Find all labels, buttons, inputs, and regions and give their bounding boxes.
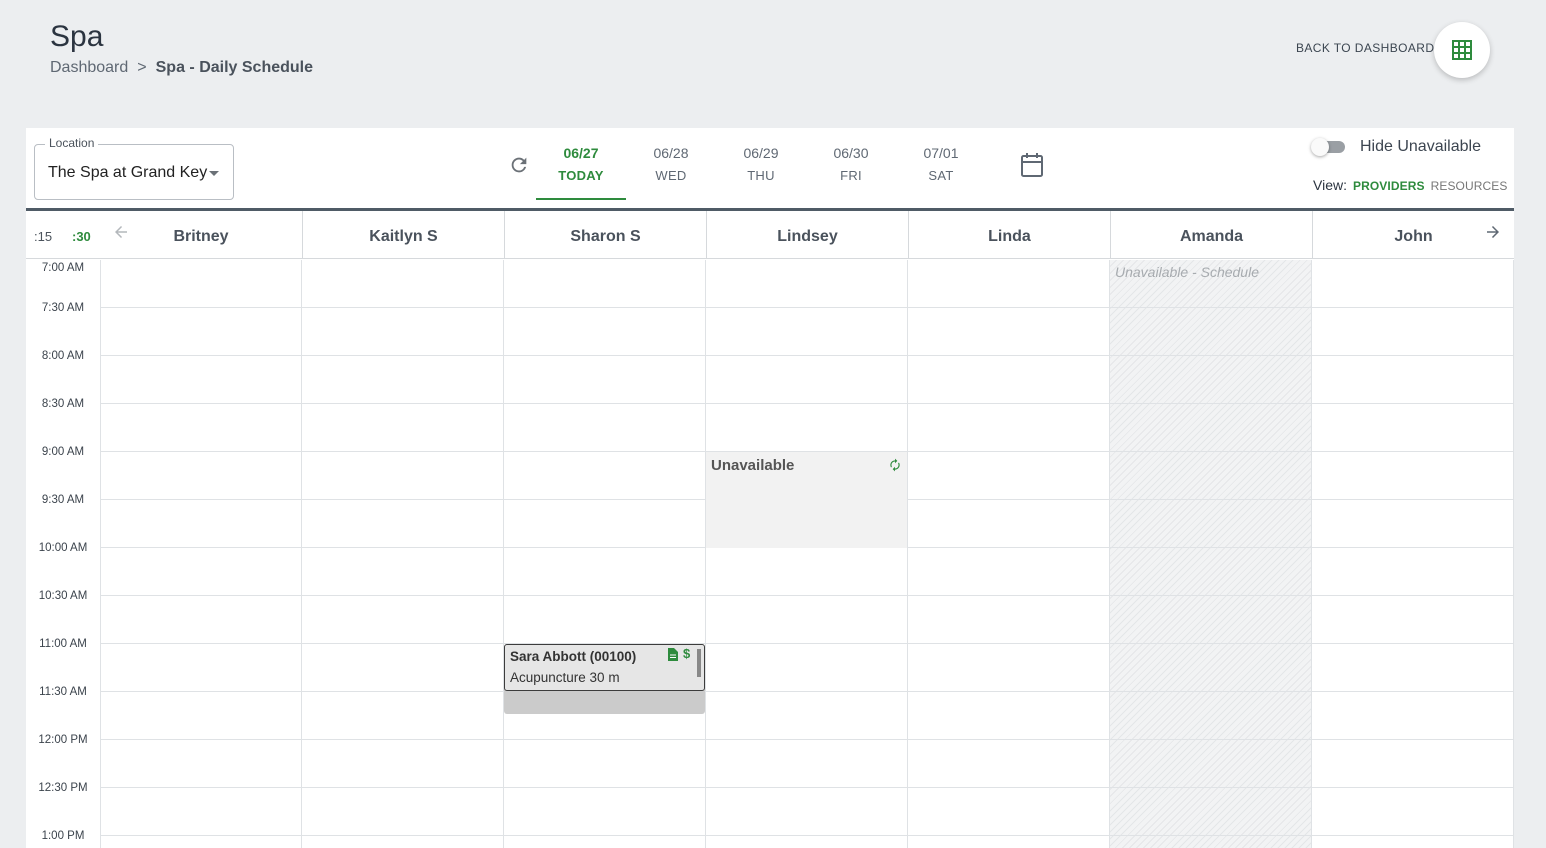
grid-line xyxy=(100,643,1514,644)
time-label: 10:30 AM xyxy=(38,590,88,602)
date-tab-sat[interactable]: 07/01 SAT xyxy=(896,128,986,200)
view-resources-option[interactable]: RESOURCES xyxy=(1431,179,1508,193)
column-line xyxy=(301,260,302,848)
breadcrumb-dashboard-link[interactable]: Dashboard xyxy=(50,59,128,77)
unavailable-schedule-column: Unavailable - Schedule xyxy=(1110,260,1311,848)
schedule-panel: Location The Spa at Grand Key 06/27 TODA… xyxy=(26,128,1514,848)
column-line xyxy=(907,260,908,848)
date-tab-date: 06/29 xyxy=(743,145,779,161)
calendar-icon[interactable] xyxy=(1020,152,1044,178)
column-line xyxy=(503,260,504,848)
back-to-dashboard-link[interactable]: BACK TO DASHBOARD xyxy=(1296,41,1434,55)
toggle-knob xyxy=(1311,138,1329,156)
chevron-down-icon xyxy=(209,171,219,176)
appointment-card[interactable]: Sara Abbott (00100) Acupuncture 30 m $ xyxy=(504,644,705,691)
location-value: The Spa at Grand Key xyxy=(48,164,208,181)
time-label: 12:00 PM xyxy=(38,734,88,746)
date-tab-fri[interactable]: 06/30 FRI xyxy=(806,128,896,200)
provider-column-linda[interactable]: Linda xyxy=(908,211,1110,259)
refresh-icon[interactable] xyxy=(508,154,530,176)
breadcrumb-current: Spa - Daily Schedule xyxy=(155,59,314,76)
time-label: 1:00 PM xyxy=(41,830,85,842)
date-tab-today[interactable]: 06/27 TODAY xyxy=(536,128,626,200)
provider-column-kaitlyn[interactable]: Kaitlyn S xyxy=(302,211,504,259)
date-tab-date: 07/01 xyxy=(923,145,959,161)
time-label: 7:30 AM xyxy=(41,302,85,314)
grid-icon xyxy=(1452,40,1472,60)
appointment-client: Sara Abbott (00100) xyxy=(510,649,637,664)
hide-unavailable-toggle[interactable] xyxy=(1311,138,1347,156)
provider-column-amanda[interactable]: Amanda xyxy=(1110,211,1312,259)
date-tab-day: WED xyxy=(655,168,687,183)
unavailable-schedule-label: Unavailable - Schedule xyxy=(1115,264,1259,280)
unavailable-block[interactable]: Unavailable xyxy=(706,452,907,548)
time-label: 11:00 AM xyxy=(39,638,87,650)
grid-line xyxy=(100,787,1514,788)
payment-icon[interactable]: $ xyxy=(683,646,690,661)
column-line xyxy=(100,260,101,848)
column-line xyxy=(1109,260,1110,848)
interval-15-option[interactable]: :15 xyxy=(34,229,52,244)
breadcrumb: Dashboard > Spa - Daily Schedule xyxy=(50,59,313,77)
time-label: 10:00 AM xyxy=(38,542,88,554)
appointment-service: Acupuncture 30 m xyxy=(510,670,620,685)
resize-handle[interactable] xyxy=(697,649,701,677)
view-switch: View: PROVIDERS RESOURCES xyxy=(1313,177,1508,193)
view-providers-option[interactable]: PROVIDERS xyxy=(1353,179,1425,193)
date-tab-day: FRI xyxy=(840,168,862,183)
unavailable-label: Unavailable xyxy=(711,457,795,474)
interval-30-option[interactable]: :30 xyxy=(72,229,91,244)
time-label: 8:30 AM xyxy=(41,398,85,410)
grid-line xyxy=(100,355,1514,356)
breadcrumb-separator: > xyxy=(137,59,147,76)
grid-line xyxy=(100,691,1514,692)
date-tab-thu[interactable]: 06/29 THU xyxy=(716,128,806,200)
time-label: 11:30 AM xyxy=(39,686,87,698)
grid-line xyxy=(100,595,1514,596)
grid-line xyxy=(100,403,1514,404)
column-line xyxy=(1311,260,1312,848)
provider-column-lindsey[interactable]: Lindsey xyxy=(706,211,908,259)
date-tab-day: SAT xyxy=(928,168,954,183)
date-tab-day: TODAY xyxy=(558,168,604,183)
date-tab-day: THU xyxy=(747,168,775,183)
provider-column-britney[interactable]: Britney xyxy=(100,211,302,259)
date-tab-wed[interactable]: 06/28 WED xyxy=(626,128,716,200)
time-label: 12:30 PM xyxy=(38,782,88,794)
repeat-icon xyxy=(890,458,900,472)
page-title: Spa xyxy=(50,20,104,53)
date-tab-date: 06/28 xyxy=(653,145,689,161)
provider-header-row: :15 :30 Britney Kaitlyn S Sharon S Linds… xyxy=(26,211,1514,259)
grid-line xyxy=(100,739,1514,740)
hide-unavailable-label: Hide Unavailable xyxy=(1360,138,1481,155)
schedule-grid: Unavailable - Schedule 7:00 AM 7:30 AM 8… xyxy=(26,260,1514,848)
dashboard-fab-button[interactable] xyxy=(1434,22,1490,78)
provider-column-sharon[interactable]: Sharon S xyxy=(504,211,706,259)
location-label: Location xyxy=(45,136,99,150)
arrow-right-icon[interactable] xyxy=(1484,223,1502,241)
column-line xyxy=(705,260,706,848)
date-tab-date: 06/30 xyxy=(833,145,869,161)
time-label: 9:30 AM xyxy=(41,494,85,506)
time-label: 8:00 AM xyxy=(41,350,85,362)
document-icon[interactable] xyxy=(667,648,678,661)
location-select[interactable]: Location The Spa at Grand Key xyxy=(34,136,234,200)
column-line xyxy=(1513,260,1514,848)
time-label: 7:00 AM xyxy=(41,262,85,274)
grid-line xyxy=(100,835,1514,836)
view-label: View: xyxy=(1313,177,1347,193)
grid-line xyxy=(100,307,1514,308)
time-label: 9:00 AM xyxy=(41,446,85,458)
date-tab-date: 06/27 xyxy=(563,145,599,161)
